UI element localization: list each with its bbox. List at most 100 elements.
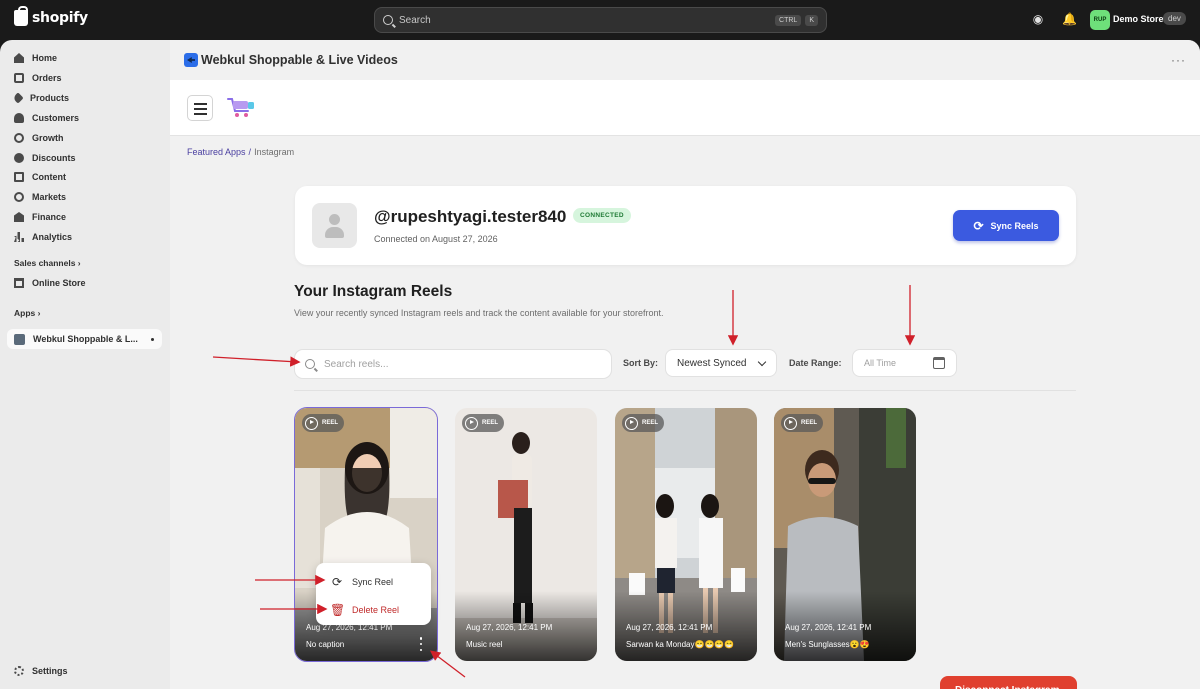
play-icon <box>305 416 318 430</box>
reel-badge-label: REEL <box>322 420 339 426</box>
app-icon <box>14 333 25 345</box>
sidebar-item-label: Markets <box>32 192 67 202</box>
sidebar-item-home[interactable]: Home <box>14 49 57 67</box>
sidebar-item-label: Webkul Shoppable & L... <box>33 334 138 344</box>
sync-reels-label: Sync Reels <box>990 220 1039 231</box>
delete-reel-label: Delete Reel <box>352 605 400 615</box>
apps-heading[interactable]: Apps › <box>14 308 40 318</box>
connected-date: Connected on August 27, 2026 <box>374 234 498 244</box>
chevron-right-icon: › <box>77 258 81 268</box>
dot <box>419 648 423 651</box>
hamburger-line <box>194 113 207 115</box>
sidebar-item-settings[interactable]: Settings <box>14 662 68 680</box>
reel-badge-label: REEL <box>801 420 818 426</box>
breadcrumb: Featured Apps / Instagram <box>187 147 294 157</box>
sidebar-item-online-store[interactable]: Online Store <box>14 274 86 292</box>
sidebar-item-discounts[interactable]: Discounts <box>14 149 76 167</box>
home-icon <box>14 53 24 63</box>
play-icon <box>784 416 797 430</box>
sidekick-icon[interactable]: ◉ <box>1031 12 1045 26</box>
sidebar-item-content[interactable]: Content <box>14 168 66 186</box>
webkul-app-icon <box>184 53 198 67</box>
trash-icon: 🗑 <box>330 603 346 617</box>
dot <box>419 637 423 640</box>
pin-dot-icon <box>151 337 154 341</box>
sidebar-item-analytics[interactable]: Analytics <box>14 228 72 246</box>
breadcrumb-separator: / <box>248 147 252 157</box>
reel-caption: No caption <box>306 640 345 649</box>
global-search-input[interactable]: Search CTRL K <box>374 7 827 33</box>
store-icon <box>14 278 24 288</box>
breadcrumb-featured-apps[interactable]: Featured Apps <box>187 147 246 157</box>
orders-icon <box>14 73 24 83</box>
sidebar-item-label: Growth <box>32 133 64 143</box>
bar-chart-icon <box>14 232 24 242</box>
sidebar-item-orders[interactable]: Orders <box>14 69 62 87</box>
store-env-badge: dev <box>1163 12 1186 25</box>
search-reels-field[interactable] <box>294 349 612 379</box>
bank-icon <box>14 212 24 222</box>
sidebar-item-customers[interactable]: Customers <box>14 109 79 127</box>
store-name[interactable]: Demo Store <box>1113 14 1164 24</box>
top-bar: shopify Search CTRL K ◉ 🔔 RUP Demo Store… <box>0 0 1200 40</box>
date-range-placeholder: All Time <box>864 358 897 368</box>
reel-type-badge: REEL <box>462 414 505 432</box>
reel-type-badge: REEL <box>622 414 665 432</box>
reel-date: Aug 27, 2026, 12:41 PM <box>626 623 713 632</box>
dot <box>419 642 423 646</box>
search-placeholder: Search <box>399 14 431 26</box>
shopify-logo[interactable]: shopify <box>14 6 88 26</box>
gauge-icon <box>14 133 24 143</box>
reel-type-badge: REEL <box>302 414 345 432</box>
reel-card[interactable]: REEL Aug 27, 2026, 12:41 PM Music reel <box>455 408 597 661</box>
play-icon <box>625 416 638 430</box>
sync-reel-menu-item[interactable]: ⟳ Sync Reel <box>330 575 393 589</box>
sync-reel-label: Sync Reel <box>352 577 394 587</box>
shortcut-k: K <box>805 14 818 26</box>
menu-toggle-button[interactable] <box>187 95 213 121</box>
sidebar-item-label: Products <box>30 93 70 103</box>
document-icon <box>14 172 24 182</box>
sidebar-item-label: Discounts <box>32 153 76 163</box>
sidebar-item-products[interactable]: Products <box>12 89 70 107</box>
page-title: Webkul Shoppable & Live Videos <box>201 53 398 67</box>
more-options-icon[interactable]: ··· <box>1171 53 1186 67</box>
reel-context-menu: ⟳ Sync Reel 🗑 Delete Reel <box>316 563 431 625</box>
sales-channels-heading[interactable]: Sales channels › <box>14 258 81 268</box>
search-icon <box>305 359 315 369</box>
sidebar-item-growth[interactable]: Growth <box>14 129 64 147</box>
tag-icon <box>12 92 24 104</box>
section-subtitle: View your recently synced Instagram reel… <box>294 308 664 318</box>
shopify-bag-icon <box>14 6 28 26</box>
sidebar-item-label: Customers <box>32 113 80 123</box>
disconnect-instagram-button[interactable]: Disconnect Instagram <box>940 676 1077 689</box>
sidebar-item-markets[interactable]: Markets <box>14 188 66 206</box>
sidebar-item-webkul-app[interactable]: Webkul Shoppable & L... <box>7 329 162 349</box>
sort-dropdown[interactable]: Newest Synced <box>665 349 777 377</box>
reel-caption: Music reel <box>466 640 503 649</box>
sync-reels-button[interactable]: ⟳ Sync Reels <box>953 210 1059 241</box>
bell-icon[interactable]: 🔔 <box>1062 12 1077 26</box>
reel-type-badge: REEL <box>781 414 824 432</box>
reel-badge-label: REEL <box>482 420 499 426</box>
sidebar-item-label: Content <box>32 172 66 182</box>
sidebar-item-finance[interactable]: Finance <box>14 208 66 226</box>
delete-reel-menu-item[interactable]: 🗑 Delete Reel <box>330 603 399 617</box>
sidebar-item-label: Orders <box>32 73 62 83</box>
date-range-picker[interactable]: All Time <box>852 349 957 377</box>
sync-icon: ⟳ <box>331 575 343 589</box>
sort-label: Sort By: <box>623 358 659 368</box>
reel-more-options-icon[interactable] <box>416 637 426 651</box>
gear-icon <box>14 666 24 676</box>
reel-card[interactable]: REEL Aug 27, 2026, 12:41 PM Sarwan ka Mo… <box>615 408 757 661</box>
store-avatar[interactable]: RUP <box>1090 10 1110 30</box>
search-icon <box>383 15 393 25</box>
sidebar: Home Orders Products Customers Growth Di… <box>0 40 170 689</box>
sidebar-item-label: Settings <box>32 666 68 676</box>
chevron-right-icon: › <box>37 308 41 318</box>
reel-date: Aug 27, 2026, 12:41 PM <box>785 623 872 632</box>
search-reels-input[interactable] <box>324 358 584 370</box>
main-content: Webkul Shoppable & Live Videos ··· Featu… <box>170 40 1200 689</box>
reel-card[interactable]: REEL Aug 27, 2026, 12:41 PM Men's Sungla… <box>774 408 916 661</box>
brand-name: shopify <box>32 10 88 26</box>
